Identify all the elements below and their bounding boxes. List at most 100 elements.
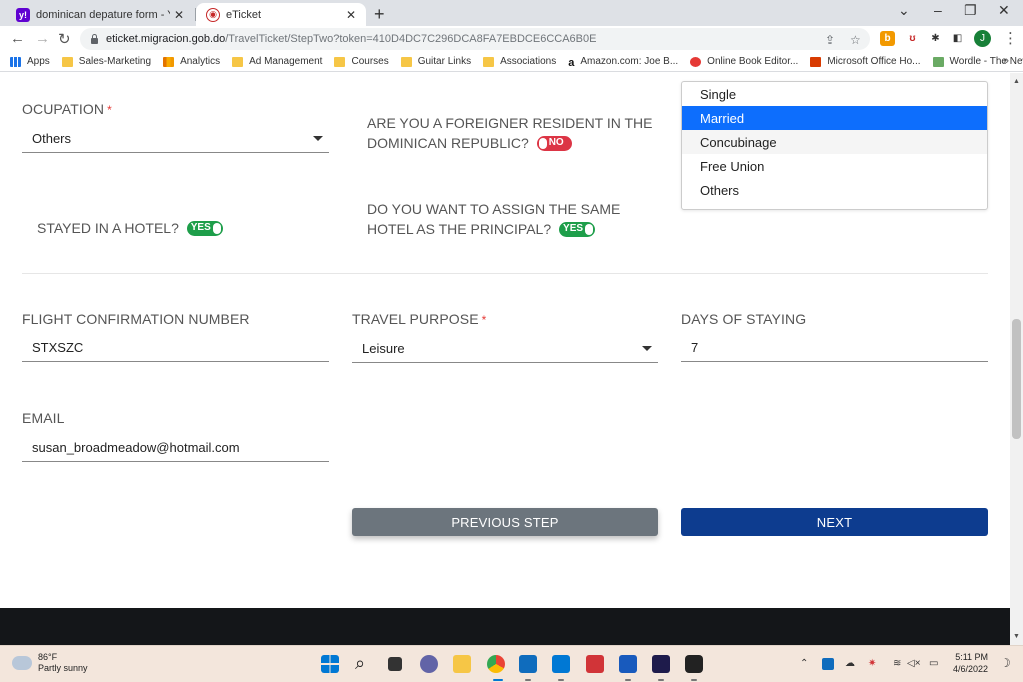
close-tab-icon[interactable]: ✕ [170,8,188,22]
tray-app-icon[interactable]: ✷ [868,658,876,669]
restore-icon[interactable]: ❐ [964,2,977,19]
store-icon[interactable] [552,655,570,673]
option-single[interactable]: Single [682,82,987,106]
option-free-union[interactable]: Free Union [682,154,987,178]
bookmark-label: Associations [500,56,557,67]
app-s-icon[interactable] [685,655,703,673]
bookmarks-overflow-icon[interactable]: » [1003,55,1009,67]
bookmark-microsoft-office[interactable]: Microsoft Office Ho... [810,56,921,67]
word-icon[interactable] [619,655,637,673]
bookmark-label: Wordle - The New... [949,56,1023,67]
bookmark-label: Online Book Editor... [707,56,799,67]
foreign-resident-toggle[interactable]: NO [536,135,572,151]
onedrive-icon[interactable]: ☁ [845,658,855,669]
bookmark-courses[interactable]: Courses [334,56,389,67]
bookmark-analytics[interactable]: Analytics [163,56,220,67]
extensions-puzzle-icon[interactable]: ✱ [928,31,943,46]
bookmark-online-book-editor[interactable]: Online Book Editor... [690,56,798,67]
scroll-up-icon[interactable]: ▲ [1013,78,1020,85]
wifi-icon[interactable]: ≋ [893,658,901,669]
scroll-thumb[interactable] [1012,319,1021,439]
powerpoint-icon[interactable] [586,655,604,673]
clock-time: 5:11 PM [955,652,989,662]
same-hotel-toggle[interactable]: YES [559,221,596,237]
occupation-label: OCUPATION * [22,101,112,117]
option-married[interactable]: Married [682,106,987,130]
folder-icon [232,56,244,67]
travel-purpose-value: Leisure [362,341,405,356]
tab-yahoo-search[interactable]: y! dominican depature form - Yahoo ✕ [6,3,194,26]
stayed-hotel-question: STAYED IN A HOTEL? YES [37,218,297,238]
back-icon[interactable]: ← [10,30,25,47]
flight-confirmation-input[interactable]: STXSZC [22,334,329,362]
option-others[interactable]: Others [682,178,987,202]
apps-icon [10,56,21,67]
next-button[interactable]: NEXT [681,508,988,536]
bookmark-star-icon[interactable]: ☆ [850,33,861,47]
chrome-icon[interactable] [487,655,505,673]
page-footer [0,608,1010,645]
search-icon[interactable]: ⌕ [355,653,373,673]
address-bar-row: ← → ↻ eticket.migracion.gob.do/TravelTic… [0,26,1023,52]
flight-confirmation-value: STXSZC [32,340,84,355]
teams-chat-icon[interactable] [420,655,438,673]
tab-title: eTicket [226,8,262,21]
lock-icon[interactable] [90,34,99,44]
stayed-hotel-toggle[interactable]: YES [186,220,223,236]
minimize-icon[interactable]: – [934,2,942,18]
folder-icon [483,56,495,67]
tray-chevron-icon[interactable]: ⌃ [800,658,808,669]
email-label: EMAIL [22,410,65,426]
tray-outlook-icon[interactable] [822,658,834,670]
tab-eticket[interactable]: ◉ eTicket ✕ [196,3,366,26]
new-tab-icon[interactable]: + [374,4,385,25]
browser-menu-icon[interactable]: ⋮ [1003,29,1018,47]
folder-icon [61,56,73,67]
system-clock[interactable]: 5:11 PM 4/6/2022 [953,651,988,675]
close-tab-icon[interactable]: ✕ [342,8,360,22]
extension-2-icon[interactable]: ʊ [905,31,920,46]
scroll-down-icon[interactable]: ▼ [1013,633,1020,640]
forward-icon[interactable]: → [35,30,50,47]
reload-icon[interactable]: ↻ [58,30,71,48]
battery-icon[interactable]: ▭ [929,658,938,669]
extension-1-icon[interactable]: b [880,31,895,46]
task-view-icon[interactable] [388,657,402,671]
days-staying-label: DAYS OF STAYING [681,311,807,327]
sidepanel-icon[interactable]: ◧ [950,31,965,46]
option-concubinage[interactable]: Concubinage [682,130,987,154]
book-editor-icon [690,56,702,67]
windows-start-icon[interactable] [321,655,339,673]
page-scrollbar[interactable]: ▲ ▼ [1010,73,1023,645]
previous-step-button[interactable]: PREVIOUS STEP [352,508,658,536]
windows-taskbar: 86°F Partly sunny ⌕ ⌃ ☁ ✷ ≋ ◁× ▭ 5:11 PM … [0,645,1023,682]
share-icon[interactable]: ⇪ [825,33,835,47]
notifications-icon[interactable]: ☽ [1000,656,1011,670]
tab-search-chevron-icon[interactable]: ⌄ [898,2,910,19]
chevron-down-icon [313,136,323,141]
folder-icon [334,56,346,67]
bookmark-ad-management[interactable]: Ad Management [232,56,322,67]
bookmark-label: Guitar Links [417,56,472,67]
close-window-icon[interactable]: ✕ [998,2,1010,19]
bookmark-sales-marketing[interactable]: Sales-Marketing [61,56,151,67]
amazon-music-icon[interactable] [652,655,670,673]
bookmark-amazon[interactable]: a Amazon.com: Joe B... [568,56,679,69]
bookmark-apps[interactable]: Apps [10,56,50,67]
bookmark-wordle[interactable]: Wordle - The New... [932,56,1023,67]
bookmark-label: Amazon.com: Joe B... [580,56,679,67]
bookmark-guitar-links[interactable]: Guitar Links [400,56,472,67]
outlook-icon[interactable] [519,655,537,673]
profile-avatar[interactable]: J [974,30,991,47]
file-explorer-icon[interactable] [453,655,471,673]
travel-purpose-select[interactable]: Leisure [352,335,658,363]
days-staying-input[interactable]: 7 [681,334,988,362]
volume-muted-icon[interactable]: ◁× [907,658,921,669]
url-omnibox[interactable]: eticket.migracion.gob.do/TravelTicket/St… [80,28,870,50]
amazon-icon: a [568,56,575,69]
occupation-select[interactable]: Others [22,125,329,153]
email-field[interactable]: susan_broadmeadow@hotmail.com [22,434,329,462]
weather-widget[interactable]: 86°F Partly sunny [12,652,88,674]
analytics-icon [163,56,175,67]
bookmark-associations[interactable]: Associations [483,56,556,67]
